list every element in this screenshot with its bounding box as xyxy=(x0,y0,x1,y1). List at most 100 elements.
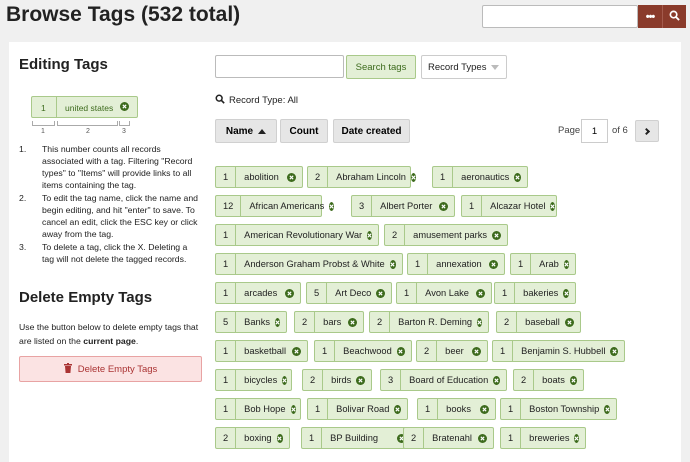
tag-name[interactable]: aeronautics xyxy=(453,172,514,182)
tag-name[interactable]: Beachwood xyxy=(335,346,397,356)
tag-name[interactable]: Arab xyxy=(531,259,564,269)
delete-tag-icon[interactable] xyxy=(285,288,294,298)
tag-name[interactable]: boxing xyxy=(236,433,276,443)
tag-name[interactable]: Bratenahl xyxy=(424,433,478,443)
tag-name[interactable]: Barton R. Deming xyxy=(390,317,477,327)
tag-name[interactable]: Boston Township xyxy=(521,404,604,414)
tag-name[interactable]: birds xyxy=(323,375,356,385)
delete-tag-icon[interactable] xyxy=(569,375,577,385)
delete-tag-icon[interactable] xyxy=(476,288,485,298)
tag-name[interactable]: Anderson Graham Probst & White xyxy=(236,259,390,269)
delete-tag-icon[interactable] xyxy=(493,375,500,385)
tag-name[interactable]: Benjamin S. Hubbell xyxy=(513,346,610,356)
delete-tag-icon[interactable] xyxy=(514,172,521,182)
sort-date-button[interactable]: Date created xyxy=(333,119,410,143)
tag-name[interactable]: Avon Lake xyxy=(417,288,476,298)
tag-search-input[interactable] xyxy=(215,55,344,78)
tag-name[interactable]: amusement parks xyxy=(405,230,492,240)
delete-tag-icon[interactable] xyxy=(329,201,335,211)
delete-tag-icon[interactable] xyxy=(439,201,448,211)
tag-name[interactable]: annexation xyxy=(428,259,489,269)
tag-count[interactable]: 1 xyxy=(315,341,336,361)
tag-count[interactable]: 2 xyxy=(370,312,391,332)
tag-name[interactable]: Albert Porter xyxy=(372,201,439,211)
tag-count[interactable]: 1 xyxy=(216,167,237,187)
tag-name[interactable]: bicycles xyxy=(236,375,282,385)
tag-count[interactable]: 2 xyxy=(295,312,316,332)
delete-tag-icon[interactable] xyxy=(472,346,481,356)
delete-tag-icon[interactable] xyxy=(550,201,556,211)
tag-count[interactable]: 1 xyxy=(418,399,439,419)
tag-name[interactable]: baseball xyxy=(517,317,565,327)
delete-tag-icon[interactable] xyxy=(565,317,574,327)
tag-count[interactable]: 1 xyxy=(216,341,237,361)
global-search-input[interactable] xyxy=(482,5,638,28)
sort-name-button[interactable]: Name xyxy=(215,119,277,143)
tag-count[interactable]: 3 xyxy=(352,196,373,216)
tag-count[interactable]: 1 xyxy=(501,399,522,419)
tag-name[interactable]: Alcazar Hotel xyxy=(482,201,550,211)
tag-count[interactable]: 5 xyxy=(307,283,328,303)
tag-name[interactable]: Board of Education xyxy=(401,375,493,385)
tag-count[interactable]: 2 xyxy=(385,225,406,245)
tag-name[interactable]: American Revolutionary War xyxy=(236,230,367,240)
global-search-button[interactable] xyxy=(662,5,686,28)
tag-name[interactable]: basketball xyxy=(236,346,292,356)
delete-tag-icon[interactable] xyxy=(348,317,357,327)
tag-count[interactable]: 2 xyxy=(514,370,535,390)
delete-tag-icon[interactable] xyxy=(396,346,405,356)
tag-name[interactable]: abolition xyxy=(236,172,287,182)
delete-tag-icon[interactable] xyxy=(275,317,281,327)
tag-name[interactable]: Abraham Lincoln xyxy=(328,172,411,182)
delete-tag-icon[interactable] xyxy=(389,259,396,269)
tag-name[interactable]: bakeries xyxy=(515,288,563,298)
delete-tag-icon[interactable] xyxy=(492,230,501,240)
delete-tag-icon[interactable] xyxy=(287,172,296,182)
tag-name[interactable]: books xyxy=(438,404,480,414)
delete-tag-icon[interactable] xyxy=(376,288,385,298)
tag-name[interactable]: BP Building xyxy=(322,433,397,443)
tag-count[interactable]: 2 xyxy=(404,428,425,448)
tag-name[interactable]: beer xyxy=(437,346,472,356)
tag-count[interactable]: 1 xyxy=(433,167,454,187)
delete-tag-icon[interactable] xyxy=(480,404,489,414)
tag-name[interactable]: Banks xyxy=(236,317,275,327)
search-tags-button[interactable]: Search tags xyxy=(346,55,416,79)
delete-tag-icon[interactable] xyxy=(563,259,569,269)
tag-count[interactable]: 1 xyxy=(308,399,329,419)
delete-empty-tags-button[interactable]: Delete Empty Tags xyxy=(19,356,202,382)
delete-tag-icon[interactable] xyxy=(282,375,288,385)
tag-count[interactable]: 1 xyxy=(493,341,514,361)
sort-count-button[interactable]: Count xyxy=(280,119,328,143)
tag-count[interactable]: 1 xyxy=(501,428,522,448)
tag-count[interactable]: 12 xyxy=(216,196,242,216)
advanced-search-button[interactable]: ••• xyxy=(638,5,662,28)
tag-count[interactable]: 1 xyxy=(462,196,483,216)
tag-count[interactable]: 1 xyxy=(216,225,237,245)
delete-tag-icon[interactable] xyxy=(356,375,365,385)
delete-tag-icon[interactable] xyxy=(290,404,296,414)
tag-count[interactable]: 1 xyxy=(216,283,237,303)
delete-tag-icon[interactable] xyxy=(563,288,569,298)
delete-tag-icon[interactable] xyxy=(477,317,483,327)
delete-tag-icon[interactable] xyxy=(276,433,283,443)
tag-count[interactable]: 5 xyxy=(216,312,237,332)
delete-tag-icon[interactable] xyxy=(292,346,301,356)
tag-count[interactable]: 2 xyxy=(303,370,324,390)
tag-count[interactable]: 1 xyxy=(511,254,532,274)
tag-count[interactable]: 2 xyxy=(497,312,518,332)
next-page-button[interactable] xyxy=(635,120,659,142)
delete-tag-icon[interactable] xyxy=(410,172,416,182)
tag-count[interactable]: 1 xyxy=(216,370,237,390)
tag-count[interactable]: 1 xyxy=(302,428,323,448)
tag-count[interactable]: 2 xyxy=(216,428,237,448)
tag-name[interactable]: arcades xyxy=(236,288,285,298)
tag-name[interactable]: African Americans xyxy=(241,201,329,211)
delete-tag-icon[interactable] xyxy=(604,404,610,414)
record-types-select[interactable]: Record Types xyxy=(421,55,507,79)
tag-count[interactable]: 1 xyxy=(495,283,516,303)
delete-tag-icon[interactable] xyxy=(574,433,580,443)
tag-count[interactable]: 2 xyxy=(308,167,329,187)
tag-name[interactable]: Bolivar Road xyxy=(328,404,394,414)
tag-count[interactable]: 2 xyxy=(417,341,438,361)
